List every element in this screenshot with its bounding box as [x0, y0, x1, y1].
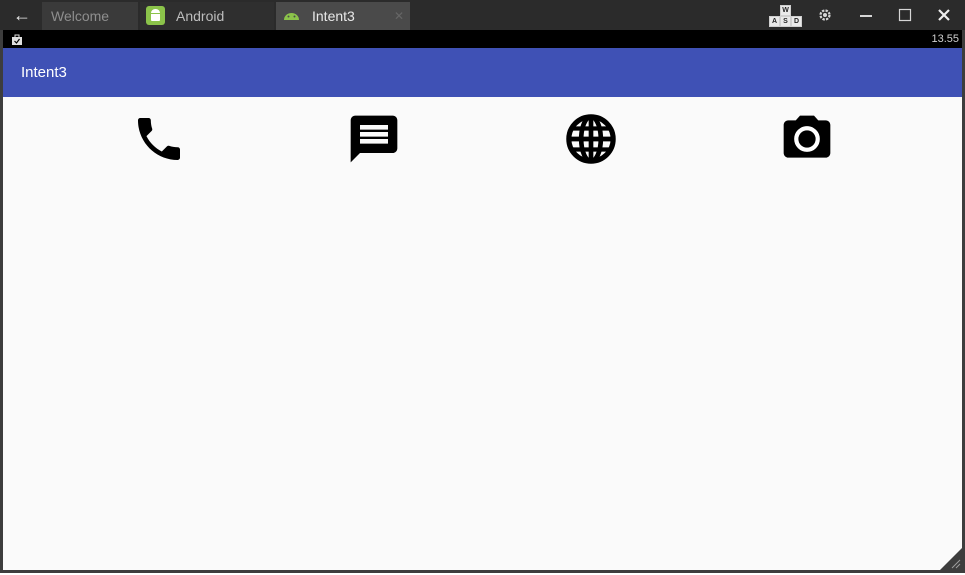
phone-button[interactable] — [131, 111, 187, 167]
resize-handle-icon[interactable] — [940, 548, 962, 570]
android-status-bar: 13.55 — [0, 30, 965, 48]
key-s: S — [780, 16, 791, 27]
back-arrow-icon[interactable]: ← — [8, 4, 36, 26]
tab-label: Welcome — [51, 8, 110, 24]
tab-label: Intent3 — [312, 8, 355, 24]
camera-button[interactable] — [779, 111, 835, 167]
key-a: A — [769, 16, 780, 27]
camera-icon — [783, 115, 831, 158]
tab-label: Android — [176, 8, 225, 24]
app-toolbar: Intent3 — [3, 48, 962, 97]
close-tab-icon[interactable]: ✕ — [394, 2, 404, 30]
tab-welcome[interactable]: Welcome — [42, 2, 138, 30]
window-frame-left — [0, 30, 3, 573]
close-icon[interactable] — [930, 4, 958, 26]
status-clock: 13.55 — [931, 33, 959, 45]
main-content — [3, 97, 962, 570]
emulator-titlebar: ← Welcome Android Intent3 ✕ W A S D — [0, 0, 965, 30]
message-button[interactable] — [346, 111, 402, 167]
minimize-icon[interactable] — [852, 4, 880, 26]
browser-button[interactable] — [563, 111, 619, 167]
globe-icon — [566, 114, 616, 164]
tab-android[interactable]: Android — [140, 2, 274, 30]
phone-icon — [138, 118, 180, 160]
keymapping-icon[interactable]: W A S D — [768, 5, 802, 27]
app-title: Intent3 — [21, 64, 67, 81]
android-head-icon — [282, 6, 301, 25]
tab-intent3[interactable]: Intent3 ✕ — [276, 2, 410, 30]
key-d: D — [791, 16, 802, 27]
settings-gear-icon[interactable] — [811, 4, 839, 26]
message-icon — [350, 115, 398, 163]
notification-bag-icon — [11, 33, 23, 45]
android-icon — [146, 6, 165, 25]
key-w: W — [780, 5, 791, 16]
maximize-icon[interactable] — [891, 4, 919, 26]
